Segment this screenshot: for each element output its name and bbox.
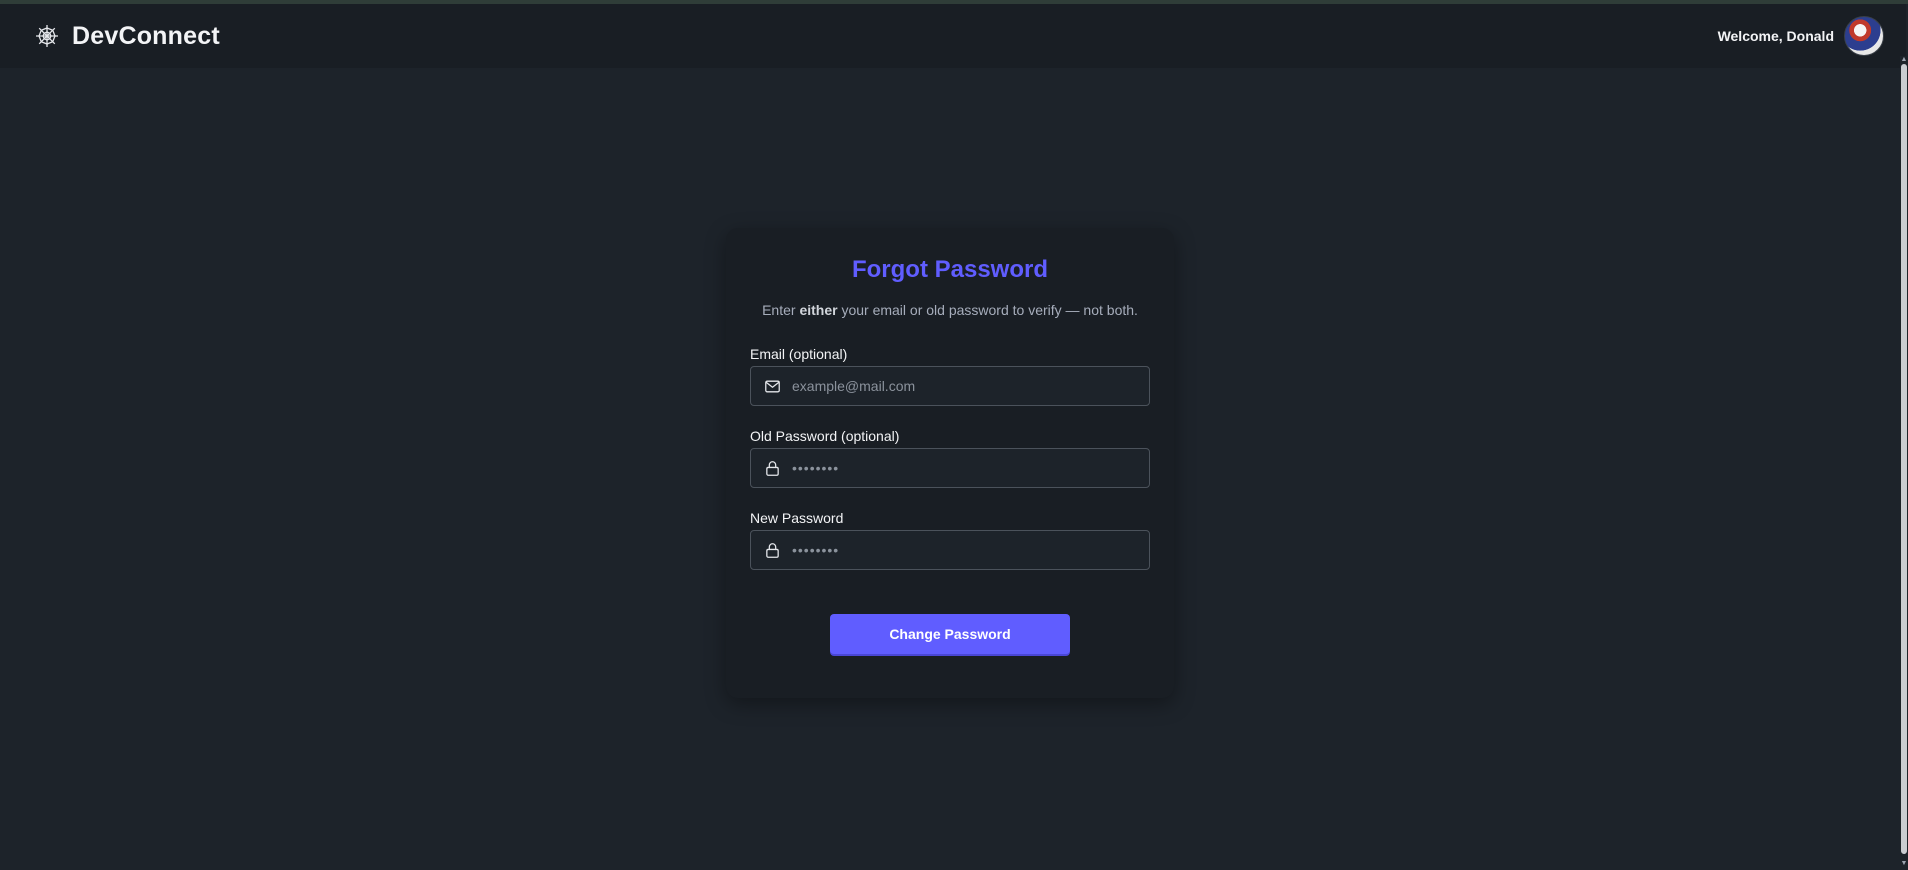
scroll-up-arrow-icon[interactable]: ▲ <box>1900 56 1908 64</box>
new-password-input-wrapper[interactable] <box>750 530 1150 570</box>
mail-icon <box>763 377 781 395</box>
brand-link[interactable]: DevConnect <box>34 22 220 51</box>
page-scrollbar[interactable] <box>1900 56 1908 870</box>
email-field[interactable] <box>792 378 1137 394</box>
lock-icon <box>763 459 781 477</box>
new-password-field[interactable] <box>792 542 1137 558</box>
lock-icon <box>763 541 781 559</box>
description-suffix: your email or old password to verify — n… <box>837 302 1138 318</box>
old-password-field[interactable] <box>792 460 1137 476</box>
page-title: Forgot Password <box>851 256 1049 283</box>
email-field-group: Email (optional) <box>750 346 1150 406</box>
scroll-down-arrow-icon[interactable]: ▼ <box>1900 860 1908 868</box>
form-description: Enter either your email or old password … <box>750 302 1150 320</box>
old-password-input-wrapper[interactable] <box>750 448 1150 488</box>
welcome-text: Welcome, Donald <box>1717 28 1834 44</box>
spiderweb-icon <box>34 23 60 49</box>
avatar[interactable] <box>1844 16 1884 56</box>
description-emphasis: either <box>799 302 838 318</box>
navbar: DevConnect Welcome, Donald <box>0 4 1906 68</box>
user-menu: Welcome, Donald <box>1718 16 1884 56</box>
new-password-label: New Password <box>750 510 844 526</box>
new-password-field-group: New Password <box>750 510 1150 570</box>
email-input-wrapper[interactable] <box>750 366 1150 406</box>
change-password-button[interactable]: Change Password <box>830 614 1070 654</box>
forgot-password-card: Forgot Password Enter either your email … <box>726 228 1174 698</box>
submit-row: Change Password <box>750 614 1150 654</box>
description-prefix: Enter <box>762 302 800 318</box>
old-password-field-group: Old Password (optional) <box>750 428 1150 488</box>
old-password-label: Old Password (optional) <box>750 428 900 444</box>
email-label: Email (optional) <box>750 346 848 362</box>
brand-name: DevConnect <box>72 21 220 50</box>
scrollbar-thumb[interactable] <box>1901 64 1907 854</box>
